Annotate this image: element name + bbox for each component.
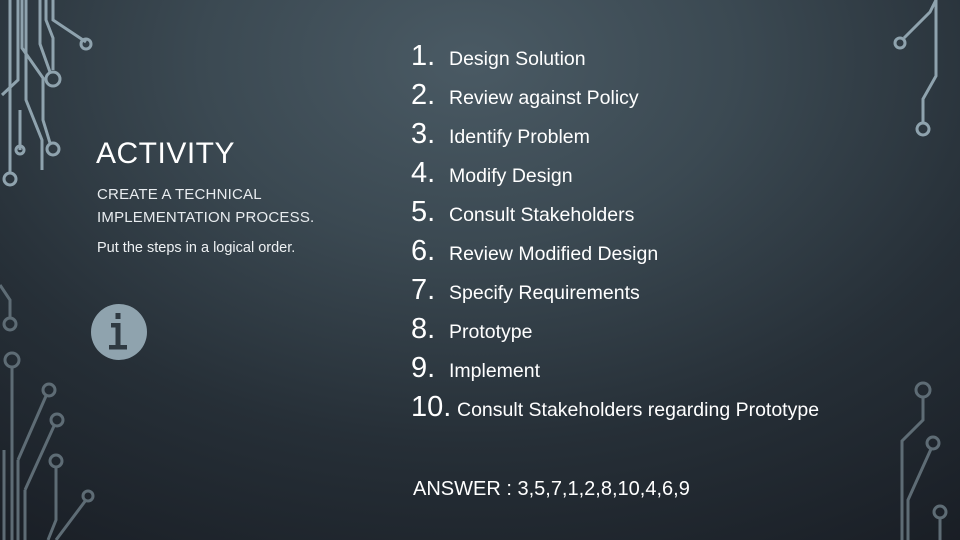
subtitle-line: CREATE A TECHNICAL xyxy=(97,186,262,203)
step-text: Review Modified Design xyxy=(449,243,659,265)
step-item: 9. Implement xyxy=(411,352,819,391)
step-text: Modify Design xyxy=(449,165,573,187)
step-number: 10. xyxy=(411,391,452,423)
step-item: 10. Consult Stakeholders regarding Protot… xyxy=(411,391,819,430)
step-text: Specify Requirements xyxy=(449,282,640,304)
info-circle-icon xyxy=(91,304,147,360)
step-item: 8. Prototype xyxy=(411,313,819,352)
step-number: 7. xyxy=(411,274,436,306)
step-item: 6. Review Modified Design xyxy=(411,235,819,274)
step-text: Consult Stakeholders xyxy=(449,204,635,226)
circuit-bottom-right xyxy=(900,381,948,540)
circuit-top-left xyxy=(0,0,93,187)
instruction-text: Put the steps in a logical order. xyxy=(97,240,296,256)
step-number: 6. xyxy=(411,235,436,267)
step-text: Prototype xyxy=(449,321,533,343)
circuit-top-right xyxy=(893,0,938,137)
step-text: Design Solution xyxy=(449,48,586,70)
step-text: Identify Problem xyxy=(449,126,590,148)
circuit-bottom-left xyxy=(0,284,95,540)
step-number: 1. xyxy=(411,40,436,72)
steps-list: 1. Design Solution 2. Review against Polic… xyxy=(411,40,819,430)
step-number: 5. xyxy=(411,196,436,228)
step-text: Review against Policy xyxy=(449,87,639,109)
step-item: 4. Modify Design xyxy=(411,157,819,196)
slide-subtitle: CREATE A TECHNICAL IMPLEMENTATION PROCES… xyxy=(97,183,314,229)
step-number: 9. xyxy=(411,352,436,384)
step-item: 7. Specify Requirements xyxy=(411,274,819,313)
step-item: 1. Design Solution xyxy=(411,40,819,79)
step-item: 5. Consult Stakeholders xyxy=(411,196,819,235)
step-number: 2. xyxy=(411,79,436,111)
step-number: 8. xyxy=(411,313,436,345)
slide-title: ACTIVITY xyxy=(96,137,236,170)
step-text: Consult Stakeholders regarding Prototype xyxy=(457,399,820,421)
step-item: 3. Identify Problem xyxy=(411,118,819,157)
step-number: 4. xyxy=(411,157,436,189)
answer-text: ANSWER : 3,5,7,1,2,8,10,4,6,9 xyxy=(413,478,690,500)
subtitle-line: IMPLEMENTATION PROCESS. xyxy=(97,209,315,226)
step-text: Implement xyxy=(449,360,541,382)
step-number: 3. xyxy=(411,118,436,150)
step-item: 2. Review against Policy xyxy=(411,79,819,118)
